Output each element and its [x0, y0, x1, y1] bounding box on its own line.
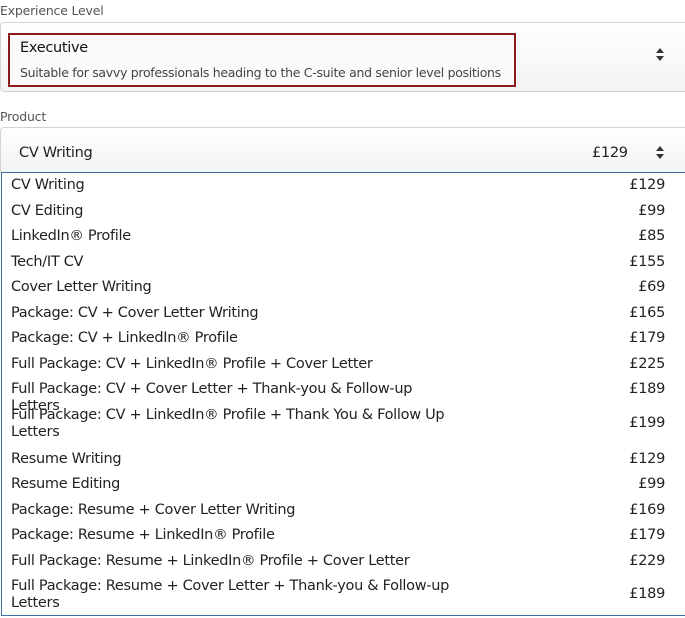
experience-level-select[interactable]: Executive Suitable for savvy professiona… — [0, 22, 685, 92]
option-price: £155 — [629, 254, 665, 270]
product-dropdown-list[interactable]: CV Writing £129 CV Editing £99 LinkedIn® Pro… — [1, 172, 685, 616]
option-price: £169 — [629, 502, 665, 518]
option-price: £129 — [629, 451, 665, 467]
option-price: £69 — [638, 279, 665, 295]
dropdown-option[interactable]: Full Package: CV + LinkedIn® Profile + T… — [11, 407, 665, 441]
option-name: Full Package: CV + LinkedIn® Profile + T… — [11, 407, 445, 440]
option-price: £199 — [629, 415, 665, 431]
experience-level-label: Experience Level — [0, 3, 104, 18]
option-name: Tech/IT CV — [11, 254, 84, 270]
dropdown-option[interactable]: Package: CV + Cover Letter Writing £165 — [11, 305, 665, 322]
product-selected-name[interactable]: CV Writing — [19, 145, 93, 161]
product-label: Product — [0, 109, 47, 124]
option-name: Full Package: Resume + LinkedIn® Profile… — [11, 553, 410, 569]
option-name: Package: Resume + Cover Letter Writing — [11, 502, 296, 518]
dropdown-option[interactable]: CV Editing £99 — [11, 203, 665, 220]
experience-option-description: Suitable for savvy professionals heading… — [20, 65, 501, 80]
dropdown-option[interactable]: Resume Editing £99 — [11, 476, 665, 493]
option-price: £179 — [629, 527, 665, 543]
option-name: Full Package: Resume + Cover Letter + Th… — [11, 578, 450, 611]
product-selected-price: £129 — [592, 145, 628, 161]
option-price: £129 — [629, 177, 665, 193]
dropdown-option[interactable]: Cover Letter Writing £69 — [11, 279, 665, 296]
option-price: £225 — [629, 356, 665, 372]
option-price: £165 — [629, 305, 665, 321]
option-name: LinkedIn® Profile — [11, 228, 131, 244]
option-name: Package: Resume + LinkedIn® Profile — [11, 527, 275, 543]
dropdown-option[interactable]: Package: CV + LinkedIn® Profile £179 — [11, 330, 665, 347]
dropdown-option[interactable]: Package: Resume + Cover Letter Writing £1… — [11, 502, 665, 519]
option-price: £229 — [629, 553, 665, 569]
option-name: Full Package: CV + LinkedIn® Profile + C… — [11, 356, 373, 372]
product-select[interactable] — [0, 127, 685, 173]
dropdown-option[interactable]: Package: Resume + LinkedIn® Profile £179 — [11, 527, 665, 544]
dropdown-option[interactable]: Full Package: Resume + Cover Letter + Th… — [11, 578, 665, 612]
dropdown-option[interactable]: Tech/IT CV £155 — [11, 254, 665, 271]
experience-selected-option[interactable]: Executive Suitable for savvy professiona… — [8, 33, 516, 87]
option-price: £179 — [629, 330, 665, 346]
option-name: Package: CV + LinkedIn® Profile — [11, 330, 238, 346]
option-name: Resume Editing — [11, 476, 121, 492]
dropdown-option[interactable]: Full Package: CV + LinkedIn® Profile + C… — [11, 356, 665, 373]
select-updown-icon[interactable] — [655, 48, 665, 64]
option-price: £189 — [629, 586, 665, 602]
option-name: Cover Letter Writing — [11, 279, 152, 295]
option-name: CV Writing — [11, 177, 85, 193]
option-name: CV Editing — [11, 203, 84, 219]
option-price: £99 — [638, 203, 665, 219]
dropdown-option[interactable]: Full Package: Resume + LinkedIn® Profile… — [11, 553, 665, 570]
select-updown-icon[interactable] — [655, 146, 665, 162]
dropdown-option[interactable]: LinkedIn® Profile £85 — [11, 228, 665, 245]
option-name: Package: CV + Cover Letter Writing — [11, 305, 259, 321]
option-price: £99 — [638, 476, 665, 492]
dropdown-option[interactable]: Resume Writing £129 — [11, 451, 665, 468]
dropdown-option[interactable]: CV Writing £129 — [11, 177, 665, 194]
experience-option-title: Executive — [20, 40, 88, 56]
option-price: £189 — [629, 381, 665, 397]
option-price: £85 — [638, 228, 665, 244]
option-name: Resume Writing — [11, 451, 122, 467]
